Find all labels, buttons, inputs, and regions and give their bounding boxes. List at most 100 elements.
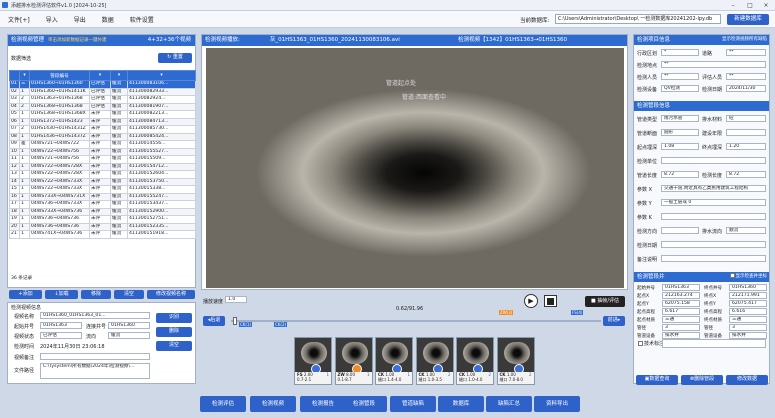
field-input[interactable]: 雨污水管 [661,115,699,122]
db-path-field[interactable]: C:\Users\Administrator\Desktop\ 一检测数据库20… [555,14,721,24]
bottom-button[interactable]: 管道缺陷 [390,396,436,412]
table-row[interactable]: 20 1 04WS736→04WS736 未评 缓流 411300152335... [9,222,196,231]
field-input[interactable]: 2024/11/30 [726,85,766,92]
field-input[interactable]: * [661,49,699,56]
bottom-button[interactable]: 检测视频 [250,396,296,412]
field-input[interactable]: 3 [662,324,700,331]
field-input[interactable] [661,241,766,248]
menu-file[interactable]: 文件[+] [0,15,38,24]
table-row[interactable]: 04 2 01HS1368→01HS1368 已评估 缓流 411300081907... [9,102,196,111]
field-input[interactable]: 交通干道,附近具有乙类民用建筑工程结构 [661,185,766,192]
field-input[interactable]: 顺流 [726,227,766,234]
close-icon[interactable]: × [758,1,774,10]
table-row[interactable]: 12 1 04WS722→04WS728X 未评 缓流 411300154712... [9,162,196,171]
field-input[interactable]: 砼 [726,115,766,122]
table-row[interactable]: 10 1 04WS722→04WS756 未评 缓流 411300155527... [9,147,196,156]
play-icon[interactable]: ▶ [524,294,538,308]
field-input[interactable]: 3 [729,324,767,331]
field-input[interactable]: 8.72 [661,171,699,178]
table-row[interactable]: 09 差 04WS721→04WS722 未评 缓流 41130014556... [9,140,196,149]
new-db-button[interactable]: 新建数据库 [727,14,769,25]
load-video-button[interactable]: ↓加载 [45,290,78,299]
field-input[interactable]: 62075.158 [662,300,700,307]
menu-export[interactable]: 导出 [66,15,94,24]
rename-video-button[interactable]: 修改视频名称 [147,290,195,299]
delete-segment-button[interactable]: ⊗删除管段 [681,375,723,385]
field-input[interactable] [661,255,766,262]
bottom-button[interactable]: 检测报告 [300,396,346,412]
video-name-field[interactable]: 01HS1360_01HS1363_01... [40,312,150,319]
defect-thumbnail[interactable]: CK 1.00 1 缝口 1.4-4.0 [375,337,413,385]
table-row[interactable]: 07 2 01HS1430→01HS1431Z 未评 缓流 411300085730... [9,125,196,134]
col-header-pipe[interactable]: 管段编号 [29,70,90,81]
show-coords-checkbox[interactable] [729,273,735,278]
timeline-mark[interactable]: FS(4) [571,310,584,315]
defect-thumbnail[interactable]: CK 1.00 2 缝口 1.0-3.5 [415,337,454,385]
field-input[interactable]: 一般土层或 0 [661,199,766,206]
col-header[interactable]: ▾ [127,70,196,81]
field-input[interactable]: 8.72 [726,171,766,178]
field-input[interactable]: 212163.274 [662,292,700,299]
defect-thumbnail[interactable]: CK 1.00 2 缝口 7.0-8.0 [496,337,535,385]
speed-select[interactable]: 1.0 [225,296,247,303]
start-well-field[interactable]: 01HS1363 [40,322,82,329]
field-input[interactable]: 三通 [662,316,700,323]
field-input[interactable] [661,227,699,234]
table-row[interactable]: 11 1 04WS721→04WS756 未评 缓流 41130015509... [9,155,196,164]
table-row[interactable]: 03 2 01HS1363→01HS1368 已评估 缓流 41130082924... [9,95,196,104]
field-input[interactable]: ** [661,73,699,80]
table-row[interactable]: 01 三 01HS1360→01HS1360 已评估 缓流 411300083106... [9,80,196,89]
timeline-handle[interactable] [233,317,237,325]
flow-select[interactable]: 缓流 [108,332,150,339]
col-header[interactable]: ▾ [89,70,111,81]
video-status-select[interactable]: 已评估 [40,332,82,339]
video-frame[interactable]: 管道起点处 管道:西面查看中 [206,48,624,288]
field-input[interactable]: 1.08 [661,143,699,150]
table-row[interactable]: 21 1 04WS741X→04WS736 未评 缓流 411300151918... [9,230,196,239]
minimize-icon[interactable]: – [725,1,741,10]
table-row[interactable]: 14 1 04WS722→04WS733X 未评 缓流 411300153750... [9,177,196,186]
clear-videos-button[interactable]: 清空 [114,290,144,299]
table-row[interactable]: 13 1 04WS722→04WS728X 未评 缓流 411300152604... [9,170,196,179]
video-note-field[interactable] [40,353,150,360]
timeline-mark[interactable]: CK(2) [274,322,288,327]
recognize-button[interactable]: 识别 [156,313,192,323]
col-header[interactable]: ▾ [110,70,128,81]
field-input[interactable] [661,157,766,164]
show-all-checkbox[interactable] [716,36,721,41]
field-input[interactable]: 排水井 [729,332,767,339]
bottom-button[interactable]: 检测管段 [341,396,387,412]
file-path-field[interactable]: C:\Tysystem\所有数据\2024年\检测视频\... [40,363,150,379]
end-well-field[interactable]: 01HS1360 [108,322,150,329]
table-row[interactable]: 02 1 01HS1360→01HS1411K 已评估 缓流 411300082933..… [9,87,196,96]
field-input[interactable]: ** [726,73,766,80]
defect-thumbnail[interactable]: ZW 8.00 1 0.1-8.7 [334,337,373,385]
field-input[interactable]: 01HS1360 [729,284,767,291]
defect-thumbnail[interactable]: FS 2.00 1 0.7-2.1 [294,337,332,385]
bottom-button[interactable]: 数据库 [438,396,484,412]
modify-data-button[interactable]: 修改数据 [726,375,768,385]
field-input[interactable]: ** [726,49,766,56]
field-input[interactable]: QV检测 [661,85,699,92]
maximize-icon[interactable]: □ [742,1,758,10]
timeline-mark[interactable]: ZW(3) [499,310,514,315]
defect-thumbnail[interactable]: CK 1.00 2 缝口 1.0-4.0 [456,337,494,385]
table-row[interactable]: 05 1 01HS1368→01HS1368X 未评 缓流 411300082213... [9,110,196,119]
tech-label-field[interactable] [662,339,766,348]
table-row[interactable]: 08 1 01HS1436→01HS1437Z 未评 缓流 411300085424... [9,132,196,141]
field-input[interactable]: 圆形 [661,129,699,136]
bottom-button[interactable]: 检测评估 [200,396,246,412]
remove-video-button[interactable]: 移除 [81,290,111,299]
delete-button[interactable]: 删除 [156,327,192,337]
prev-button[interactable]: ◂后退 [203,316,225,326]
stop-icon[interactable] [544,295,557,307]
col-header[interactable]: ▾ [19,70,30,81]
menu-settings[interactable]: 软件设置 [122,15,162,24]
query-data-button[interactable]: ▣数据查询 [636,375,678,385]
field-input[interactable] [661,213,766,220]
table-row[interactable]: 19 1 04WS736→04WS736 未评 缓流 411300152751... [9,215,196,224]
bottom-button[interactable]: 资料导出 [534,396,580,412]
field-input[interactable]: 排水井 [662,332,700,339]
reset-button[interactable]: ↻ 重置 [158,53,192,63]
table-row[interactable]: 16 1 04WS733X→04WS731X 未评 缓流 411300155247... [9,192,196,201]
